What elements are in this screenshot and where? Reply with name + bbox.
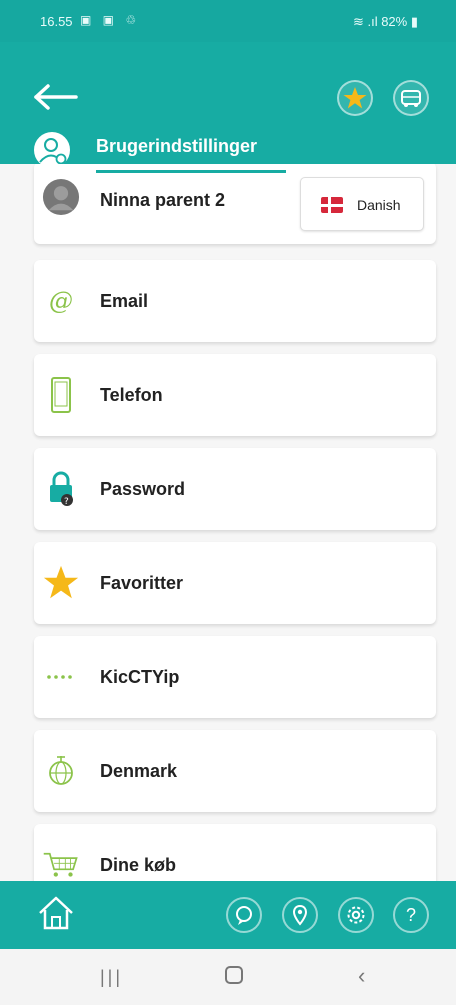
home-icon <box>39 896 73 930</box>
at-icon: @ <box>42 282 80 320</box>
dots-icon <box>42 658 80 696</box>
settings-item-email[interactable]: @ Email <box>34 260 436 342</box>
status-time: 16.55 <box>40 14 73 29</box>
arrow-left-icon <box>34 84 78 110</box>
gear-icon <box>347 906 365 924</box>
star-icon <box>42 564 80 602</box>
language-label: Danish <box>357 197 401 213</box>
password-label: Password <box>100 479 186 499</box>
svg-text:@: @ <box>49 287 73 315</box>
page-title: Brugerindstillinger <box>96 136 258 156</box>
globe-icon <box>42 752 80 790</box>
favorites-button[interactable] <box>337 80 373 116</box>
svg-text:?: ? <box>64 497 69 507</box>
bus-icon <box>401 90 421 107</box>
user-settings-icon <box>39 138 67 165</box>
nav-settings-button[interactable] <box>338 897 374 933</box>
kicctyip-label: KicCTYip <box>100 667 180 687</box>
title-underline <box>96 170 286 173</box>
system-home-button[interactable] <box>225 966 243 984</box>
wifi-signal-icon: ≋ .ıl <box>352 14 382 29</box>
settings-item-telefon[interactable]: Telefon <box>34 354 436 436</box>
favorites-label: Favoritter <box>100 573 184 593</box>
purchases-label: Dine køb <box>100 855 177 875</box>
profile-avatar[interactable] <box>42 178 80 216</box>
denmark-flag-icon <box>321 197 343 213</box>
nav-help-button[interactable]: ? <box>393 897 429 933</box>
recents-button[interactable]: ||| <box>100 967 123 988</box>
star-icon <box>343 87 367 109</box>
settings-list: Ninna parent 2 Danish @ Email Telefon ? … <box>0 164 456 881</box>
status-notification-icons: ▣ ▣ ♲ <box>80 13 141 27</box>
settings-item-dine-kob[interactable]: Dine køb <box>34 824 436 881</box>
bottom-nav: ? <box>0 881 456 949</box>
language-button[interactable]: Danish <box>300 177 424 231</box>
phone-label: Telefon <box>100 385 163 405</box>
phone-icon <box>42 376 80 414</box>
system-back-button[interactable]: ‹ <box>358 963 365 989</box>
email-label: Email <box>100 291 149 311</box>
home-button[interactable] <box>36 893 76 933</box>
location-pin-icon <box>292 904 308 926</box>
lock-icon: ? <box>42 470 80 508</box>
cart-icon <box>42 846 80 881</box>
status-battery: ≋ .ıl 82% ▮ <box>352 14 418 29</box>
battery-percent: 82% <box>381 14 408 29</box>
help-icon: ? <box>405 904 416 925</box>
settings-item-favoritter[interactable]: Favoritter <box>34 542 436 624</box>
profile-name: Ninna parent 2 <box>100 190 226 210</box>
system-nav-bar: ||| ‹ <box>0 949 456 1005</box>
profile-card: Ninna parent 2 Danish <box>34 164 436 244</box>
avatar-icon <box>42 178 80 216</box>
chat-icon <box>236 906 252 925</box>
nav-location-button[interactable] <box>282 897 318 933</box>
settings-item-kicctyip[interactable]: KicCTYip <box>34 636 436 718</box>
nav-chat-button[interactable] <box>226 897 262 933</box>
settings-item-password[interactable]: ? Password <box>34 448 436 530</box>
header-row: Brugerindstillinger <box>32 130 452 170</box>
settings-item-denmark[interactable]: Denmark <box>34 730 436 812</box>
status-bar: 16.55 ▣ ▣ ♲ ≋ .ıl 82% ▮ <box>0 0 456 42</box>
back-button[interactable] <box>30 82 80 112</box>
bus-button[interactable] <box>393 80 429 116</box>
country-label: Denmark <box>100 761 178 781</box>
